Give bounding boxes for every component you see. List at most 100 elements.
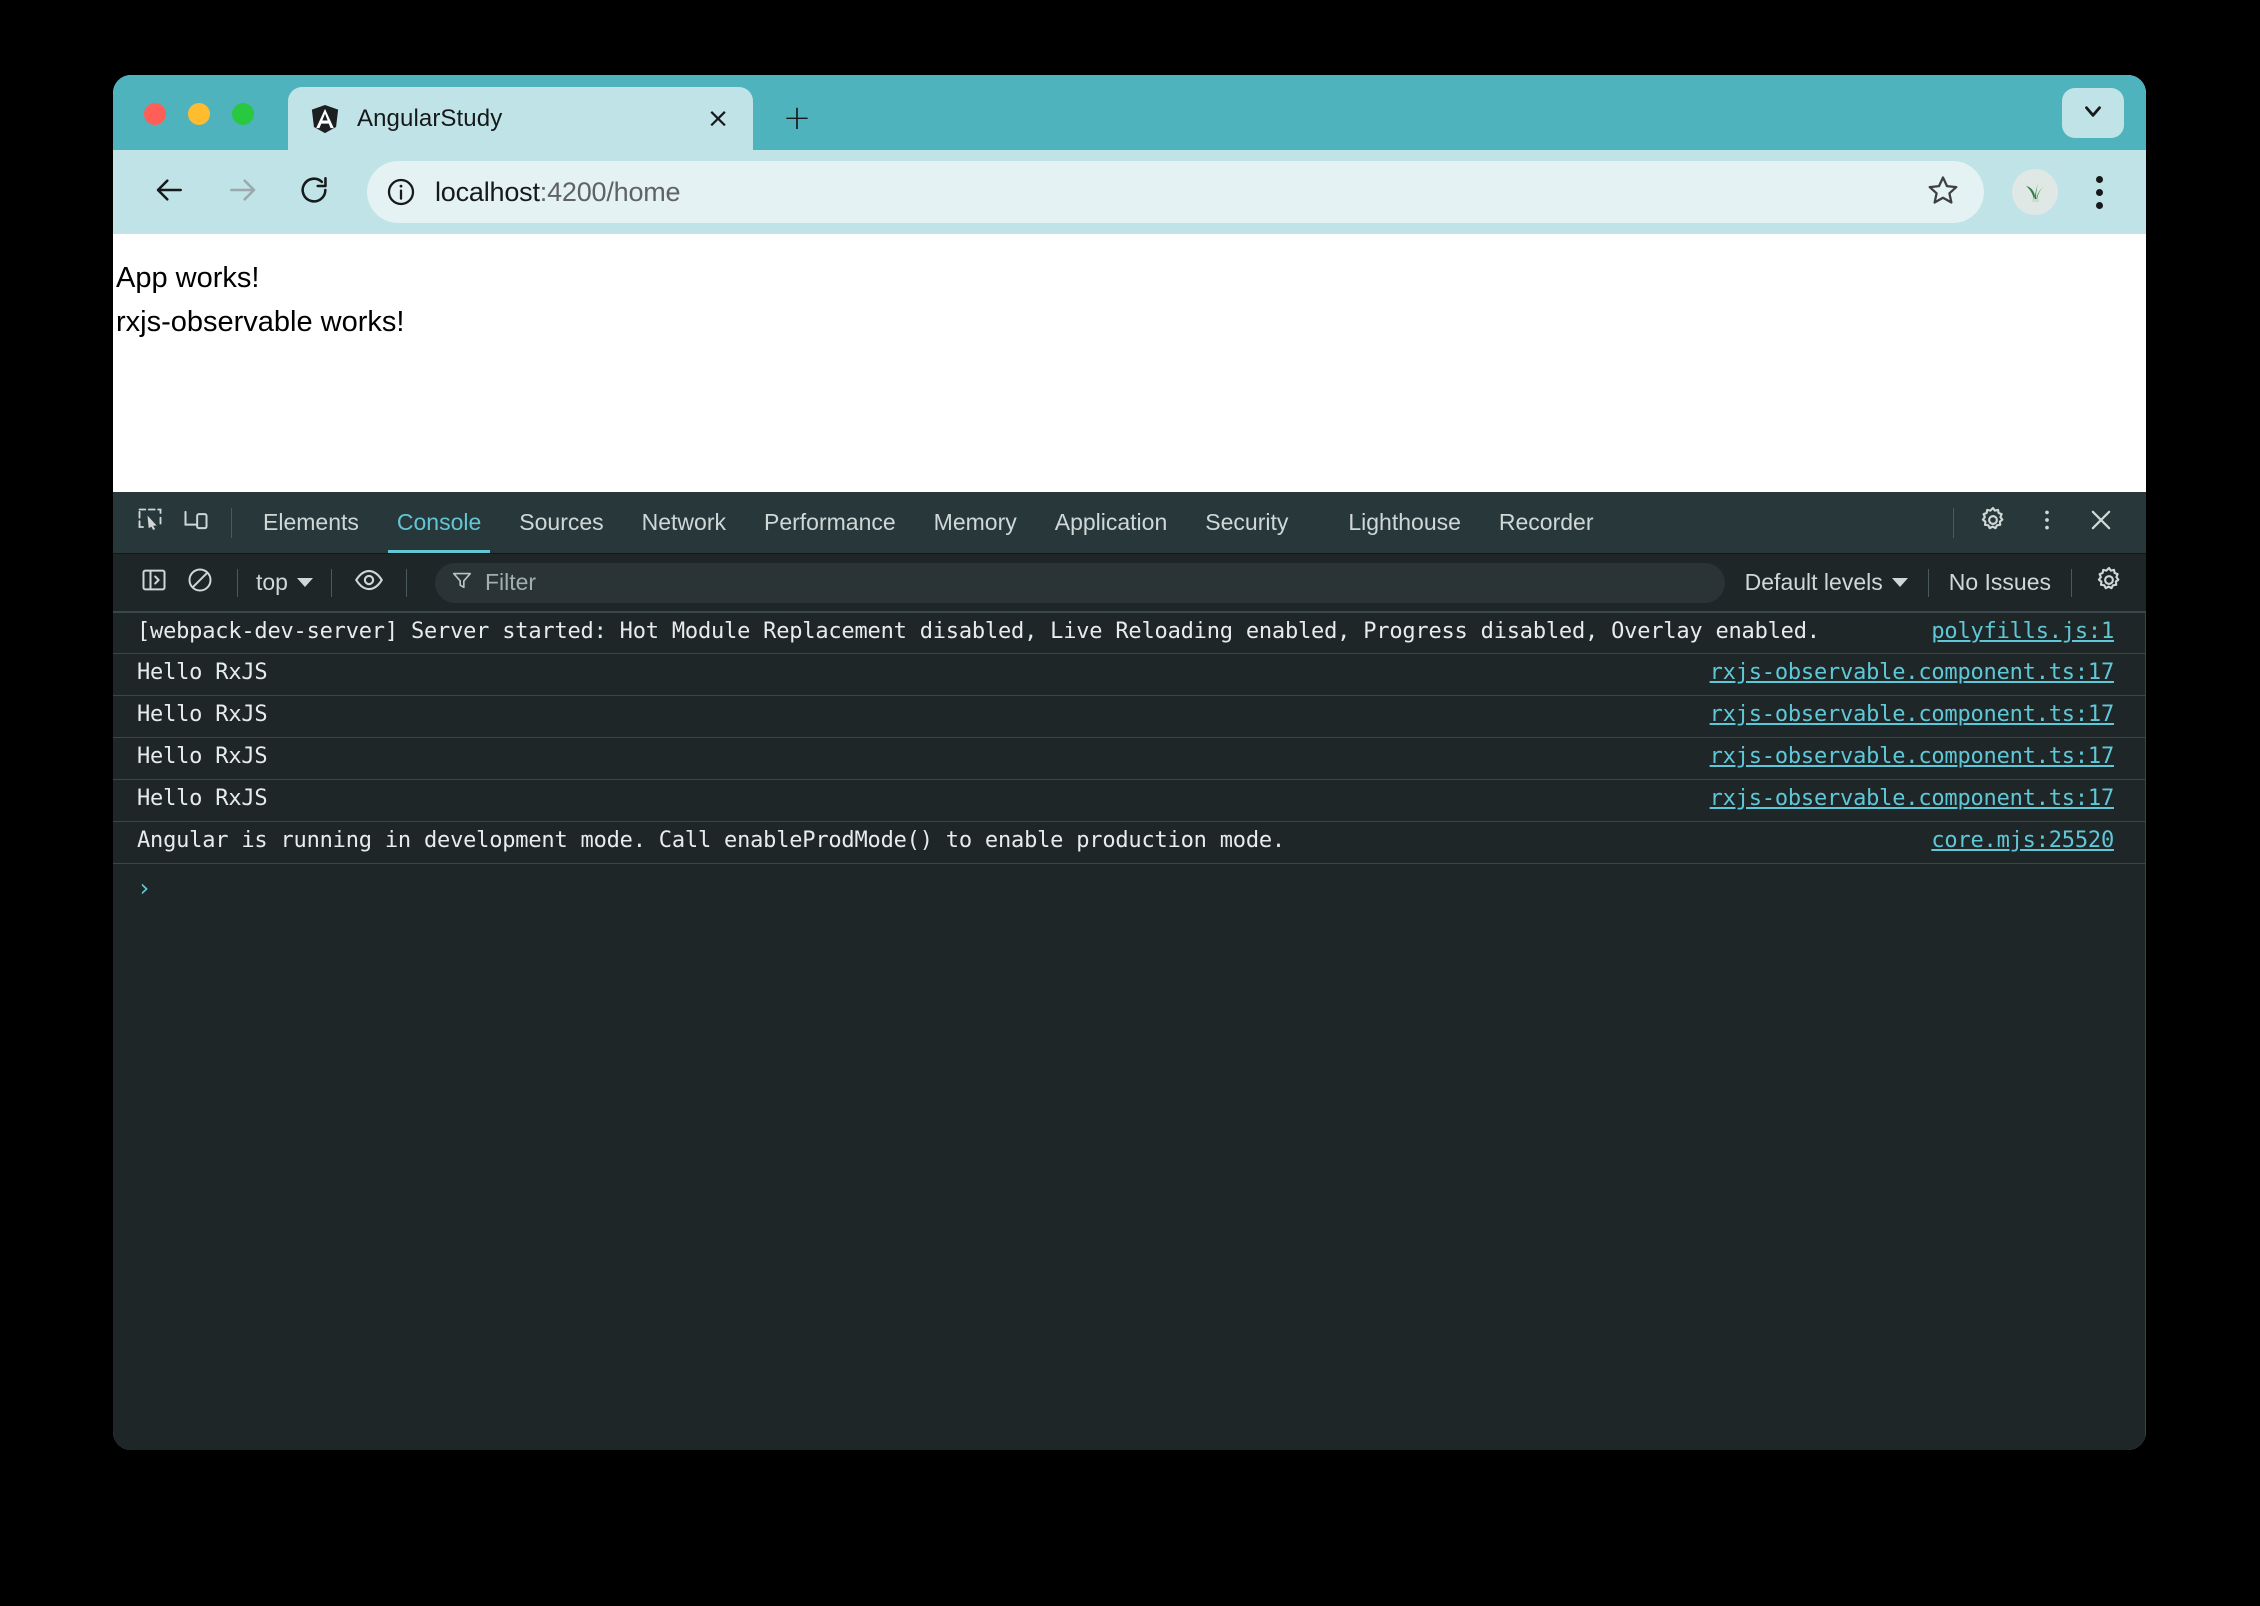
address-bar-url: localhost:4200/home [435,177,680,208]
live-expression-button[interactable] [346,560,392,606]
tab-label: Application [1055,509,1168,536]
console-log-source-link[interactable]: rxjs-observable.component.ts:17 [1710,744,2114,769]
tab-lighthouse[interactable]: Lighthouse [1329,492,1480,553]
device-toolbar-icon [182,506,210,539]
tab-label: Recorder [1499,509,1594,536]
tab-recorder[interactable]: Recorder [1480,492,1613,553]
console-log-source-link[interactable]: polyfills.js:1 [1931,619,2114,644]
live-expression-eye-icon [354,565,384,600]
chevron-down-icon [297,578,313,587]
console-log-row[interactable]: [webpack-dev-server] Server started: Hot… [113,612,2146,654]
info-circle-icon[interactable] [379,170,423,214]
divider [231,508,232,538]
console-settings-button[interactable] [2086,560,2132,606]
tab-sources[interactable]: Sources [500,492,622,553]
console-log-row[interactable]: Hello RxJS rxjs-observable.component.ts:… [113,738,2146,780]
tab-network[interactable]: Network [623,492,745,553]
close-tab-button[interactable]: × [701,102,735,136]
avatar-icon [2015,170,2055,215]
back-button[interactable] [139,161,201,223]
gear-icon [1978,505,2008,540]
console-toolbar: top Filter [113,554,2146,612]
window-controls [144,103,254,125]
forward-button[interactable] [211,161,273,223]
console-scrollbar[interactable] [2145,612,2146,1450]
devtools-settings-button[interactable] [1966,496,2020,550]
device-toolbar-button[interactable] [173,492,219,553]
console-log-message: Hello RxJS [137,660,1686,685]
console-prompt[interactable]: › [113,864,2146,912]
tab-angularstudy[interactable]: AngularStudy × [288,87,753,150]
maximize-window-button[interactable] [232,103,254,125]
chevron-down-icon [2080,98,2106,129]
divider [237,569,238,597]
console-log-source-link[interactable]: core.mjs:25520 [1931,828,2114,853]
reload-button[interactable] [283,161,345,223]
console-log-row[interactable]: Hello RxJS rxjs-observable.component.ts:… [113,780,2146,822]
close-icon [2087,506,2115,539]
divider [2071,569,2072,597]
console-log-message: Hello RxJS [137,786,1686,811]
kebab-menu-icon [2096,176,2103,183]
console-log-message: [webpack-dev-server] Server started: Hot… [137,619,1907,644]
console-log-row[interactable]: Hello RxJS rxjs-observable.component.ts:… [113,696,2146,738]
clear-console-icon [186,566,214,599]
angular-logo-icon [310,104,340,134]
console-log-row[interactable]: Angular is running in development mode. … [113,822,2146,864]
browser-toolbar: localhost:4200/home [113,150,2146,234]
tab-label: Console [397,509,481,536]
page-text-rxjs-observable-works: rxjs-observable works! [113,300,2146,344]
console-sidebar-toggle[interactable] [131,560,177,606]
browser-window: AngularStudy × + [113,75,2146,1450]
devtools-close-button[interactable] [2074,496,2128,550]
close-window-button[interactable] [144,103,166,125]
url-host: localhost [435,177,540,207]
tab-memory[interactable]: Memory [915,492,1036,553]
devtools-tabbar: Elements Console Sources Network Perform… [113,492,2146,554]
devtools-more-button[interactable] [2020,496,2074,550]
minimize-window-button[interactable] [188,103,210,125]
tab-label: Elements [263,509,359,536]
new-tab-button[interactable]: + [769,90,825,146]
console-log-source-link[interactable]: rxjs-observable.component.ts:17 [1710,702,2114,727]
chevron-down-icon [1892,578,1908,587]
bookmark-button[interactable] [1916,165,1970,219]
tab-title: AngularStudy [357,105,701,133]
devtools-panel: Elements Console Sources Network Perform… [113,492,2146,1450]
tab-label: Security [1205,509,1288,536]
tab-console[interactable]: Console [378,492,500,553]
tab-label: Lighthouse [1348,509,1461,536]
page-text-app-works: App works! [113,256,2146,300]
console-log-source-link[interactable]: rxjs-observable.component.ts:17 [1710,786,2114,811]
star-icon [1927,174,1959,211]
tab-application[interactable]: Application [1036,492,1187,553]
tab-elements[interactable]: Elements [244,492,378,553]
inspect-element-icon [136,506,164,539]
console-context-selector[interactable]: top [252,569,317,596]
tab-search-button[interactable] [2062,88,2124,138]
console-log-message: Angular is running in development mode. … [137,828,1907,853]
filter-funnel-icon [451,569,473,596]
console-log-source-link[interactable]: rxjs-observable.component.ts:17 [1710,660,2114,685]
console-log-row[interactable]: Hello RxJS rxjs-observable.component.ts:… [113,654,2146,696]
console-log-list: [webpack-dev-server] Server started: Hot… [113,612,2146,1450]
tab-performance[interactable]: Performance [745,492,915,553]
console-log-message: Hello RxJS [137,744,1686,769]
console-filter-input[interactable]: Filter [435,563,1725,603]
browser-menu-button[interactable] [2074,163,2124,221]
inspect-element-button[interactable] [127,492,173,553]
console-sidebar-icon [140,566,168,599]
console-filter-placeholder: Filter [485,569,536,596]
address-bar[interactable]: localhost:4200/home [367,161,1984,223]
console-context-label: top [256,569,288,596]
log-levels-label: Default levels [1745,569,1883,596]
console-log-levels-dropdown[interactable]: Default levels [1739,569,1914,596]
tab-security[interactable]: Security [1186,492,1307,553]
divider [406,569,407,597]
divider [331,569,332,597]
profile-avatar[interactable] [2012,169,2058,215]
divider [1928,569,1929,597]
page-viewport: App works! rxjs-observable works! [113,234,2146,492]
clear-console-button[interactable] [177,560,223,606]
issues-counter[interactable]: No Issues [1943,569,2057,596]
